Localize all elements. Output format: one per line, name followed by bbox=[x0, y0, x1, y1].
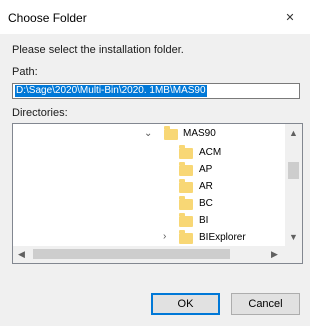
horizontal-scroll-thumb[interactable] bbox=[33, 249, 230, 259]
tree-node-label: ACM bbox=[199, 147, 222, 158]
folder-icon bbox=[179, 196, 193, 210]
scroll-down-icon[interactable]: ▼ bbox=[289, 232, 298, 242]
close-icon[interactable]: ✕ bbox=[270, 0, 310, 34]
cancel-button[interactable]: Cancel bbox=[231, 293, 300, 315]
path-input[interactable]: D:\Sage\2020\Multi-Bin\2020. 1MB\MAS90 bbox=[12, 83, 300, 99]
window-title: Choose Folder bbox=[8, 11, 87, 25]
vertical-scroll-thumb[interactable] bbox=[288, 162, 299, 179]
folder-icon bbox=[179, 162, 193, 176]
tree-node-label: BC bbox=[199, 198, 213, 209]
scrollbar-corner bbox=[285, 246, 302, 263]
vertical-scrollbar[interactable]: ▲ ▼ bbox=[285, 124, 302, 247]
scroll-up-icon[interactable]: ▲ bbox=[289, 128, 298, 138]
chevron-right-icon[interactable]: › bbox=[163, 229, 166, 245]
instruction-text: Please select the installation folder. bbox=[12, 44, 184, 56]
folder-icon bbox=[164, 126, 178, 140]
tree-node-bc[interactable]: BC bbox=[13, 195, 285, 211]
tree-node-mas90[interactable]: ⌄ MAS90 bbox=[13, 126, 285, 142]
tree-node-biexplorer[interactable]: › BIExplorer bbox=[13, 229, 285, 245]
folder-icon bbox=[179, 230, 193, 244]
folder-icon bbox=[179, 145, 193, 159]
horizontal-scrollbar[interactable]: ◀ ▶ bbox=[13, 246, 285, 263]
ok-button[interactable]: OK bbox=[151, 293, 220, 315]
scroll-left-icon[interactable]: ◀ bbox=[18, 249, 25, 259]
tree-node-ar[interactable]: AR bbox=[13, 178, 285, 194]
folder-icon bbox=[179, 179, 193, 193]
scroll-right-icon[interactable]: ▶ bbox=[271, 249, 278, 259]
title-bar: Choose Folder ✕ bbox=[0, 0, 310, 34]
tree-node-acm[interactable]: ACM bbox=[13, 144, 285, 160]
directory-tree[interactable]: ⌄ MAS90 ACM AP AR BC BI › BIExplorer ▲ ▼… bbox=[12, 123, 303, 264]
path-input-value[interactable]: D:\Sage\2020\Multi-Bin\2020. 1MB\MAS90 bbox=[15, 85, 207, 97]
tree-node-label: MAS90 bbox=[183, 128, 216, 139]
tree-node-label: BI bbox=[199, 215, 209, 226]
tree-node-ap[interactable]: AP bbox=[13, 161, 285, 177]
tree-node-label: BIExplorer bbox=[199, 232, 246, 243]
path-label: Path: bbox=[12, 66, 38, 78]
tree-node-bi[interactable]: BI bbox=[13, 212, 285, 228]
tree-node-label: AP bbox=[199, 164, 213, 175]
tree-node-label: AR bbox=[199, 181, 213, 192]
directories-label: Directories: bbox=[12, 107, 68, 119]
folder-icon bbox=[179, 213, 193, 227]
choose-folder-dialog: Choose Folder ✕ Please select the instal… bbox=[0, 0, 310, 326]
chevron-down-icon[interactable]: ⌄ bbox=[144, 126, 152, 142]
